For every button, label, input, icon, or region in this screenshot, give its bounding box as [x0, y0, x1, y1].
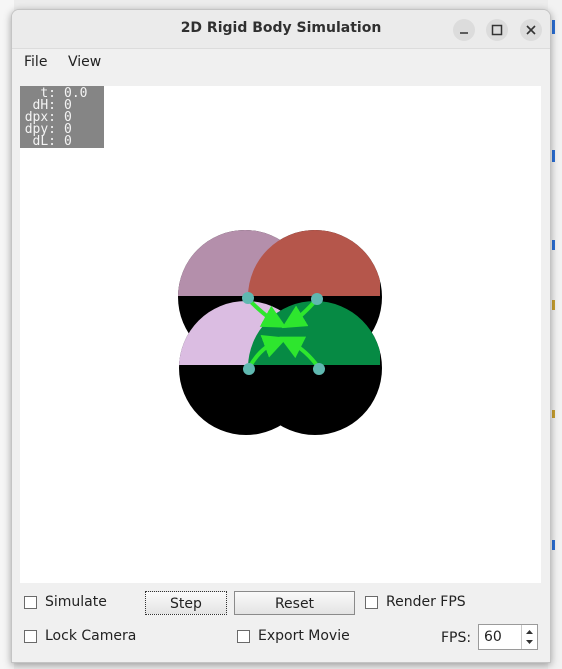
menu-view[interactable]: View: [68, 54, 101, 70]
menu-bar: File View: [12, 49, 550, 77]
minimize-button[interactable]: [453, 19, 475, 41]
menu-file[interactable]: File: [24, 54, 47, 70]
export-movie-checkbox[interactable]: [237, 630, 250, 643]
stat-row: dL: 0: [32, 134, 72, 149]
simulate-checkbox[interactable]: [24, 596, 37, 609]
fps-value: 60: [484, 629, 502, 645]
simulate-label: Simulate: [45, 594, 107, 610]
contact-point: [313, 363, 325, 375]
export-movie-label: Export Movie: [258, 628, 350, 644]
reset-button[interactable]: Reset: [234, 591, 355, 615]
app-window: 2D Rigid Body Simulation File View t: 0.…: [11, 9, 551, 663]
fps-spinbox[interactable]: 60: [478, 624, 538, 650]
fps-stepper[interactable]: [521, 625, 537, 649]
step-button[interactable]: Step: [145, 591, 227, 615]
lock-camera-checkbox[interactable]: [24, 630, 37, 643]
maximize-button[interactable]: [486, 19, 508, 41]
stats-overlay: t: 0.0 dH: 0 dpx: 0 dpy: 0 dL: 0: [20, 86, 104, 148]
render-fps-label: Render FPS: [386, 594, 466, 610]
contact-point: [242, 292, 254, 304]
lock-camera-label: Lock Camera: [45, 628, 137, 644]
close-button[interactable]: [520, 19, 542, 41]
simulation-canvas[interactable]: t: 0.0 dH: 0 dpx: 0 dpy: 0 dL: 0: [20, 86, 541, 583]
contact-point: [243, 363, 255, 375]
simulation-scene: [178, 230, 382, 435]
minimize-icon: [460, 32, 468, 34]
title-bar[interactable]: 2D Rigid Body Simulation: [12, 10, 550, 49]
stepper-arrows-icon: [526, 630, 533, 644]
contact-point: [311, 293, 323, 305]
maximize-icon: [491, 24, 503, 36]
render-fps-checkbox[interactable]: [365, 596, 378, 609]
fps-label: FPS:: [441, 630, 472, 646]
close-icon: [526, 25, 536, 35]
